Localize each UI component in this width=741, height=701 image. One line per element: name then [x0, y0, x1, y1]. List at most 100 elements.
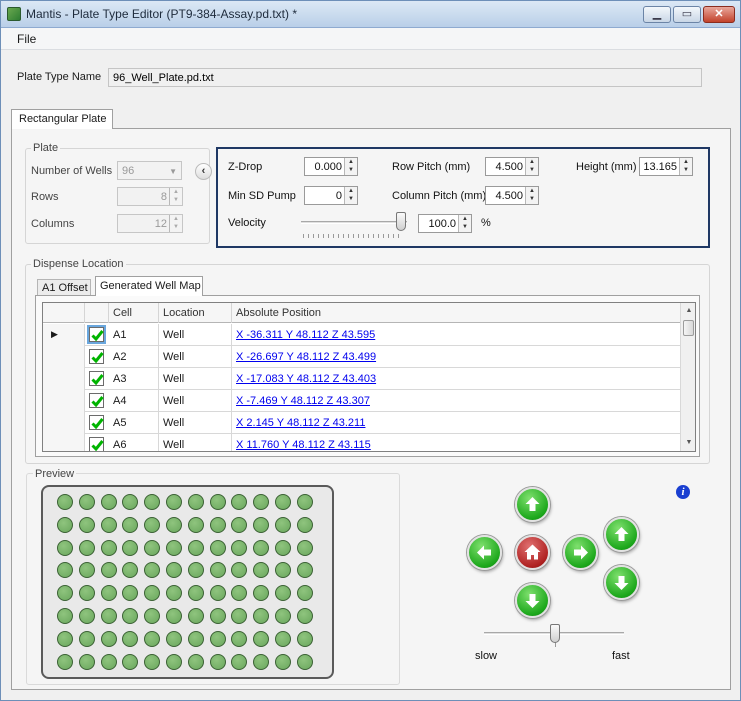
plate-well[interactable]: [275, 562, 291, 579]
plate-well[interactable]: [122, 494, 139, 510]
table-row[interactable]: A5 Well X 2.145 Y 48.112 Z 43.211: [43, 412, 681, 434]
scroll-down-icon[interactable]: ▼: [681, 435, 695, 451]
plate-well[interactable]: [100, 585, 117, 602]
absolute-position-link[interactable]: X -17.083 Y 48.112 Z 43.403: [236, 373, 376, 385]
row-selector[interactable]: [43, 434, 85, 451]
menu-file[interactable]: File: [17, 32, 36, 46]
column-pitch-stepper-arrows[interactable]: ▲ ▼: [525, 187, 538, 204]
scrollbar-thumb[interactable]: [683, 320, 694, 336]
rows-input[interactable]: [118, 188, 170, 205]
plate-well[interactable]: [78, 494, 95, 510]
plate-well[interactable]: [57, 585, 73, 602]
plate-well[interactable]: [231, 608, 248, 624]
plate-well[interactable]: [166, 585, 182, 602]
column-header-absolute-position[interactable]: Absolute Position: [232, 303, 681, 323]
plate-well[interactable]: [253, 630, 270, 647]
speed-slider-thumb[interactable]: [550, 624, 560, 643]
close-button[interactable]: ✕: [703, 6, 735, 23]
plate-well[interactable]: [122, 608, 139, 624]
plate-well[interactable]: [57, 516, 73, 533]
move-down-button[interactable]: [515, 583, 550, 618]
plate-well[interactable]: [78, 608, 95, 624]
plate-well[interactable]: [78, 585, 95, 602]
plate-well[interactable]: [253, 608, 270, 624]
plate-well[interactable]: [78, 630, 95, 647]
plate-well[interactable]: [166, 494, 182, 510]
plate-well[interactable]: [144, 539, 161, 556]
plate-type-name-field[interactable]: [108, 68, 702, 87]
plate-well[interactable]: [122, 562, 139, 579]
plate-well[interactable]: [166, 539, 182, 556]
plate-well[interactable]: [144, 608, 161, 624]
plate-well[interactable]: [122, 630, 139, 647]
row-checkbox[interactable]: [89, 415, 104, 430]
plate-well[interactable]: [209, 630, 226, 647]
plate-well[interactable]: [231, 562, 248, 579]
plate-well[interactable]: [187, 653, 204, 670]
z-down-button[interactable]: [604, 565, 639, 600]
row-pitch-input[interactable]: [486, 158, 526, 175]
plate-well[interactable]: [275, 585, 291, 602]
velocity-stepper[interactable]: ▲▼: [418, 214, 472, 233]
tab-a1-offset[interactable]: A1 Offset: [37, 279, 91, 296]
velocity-slider-track[interactable]: [301, 221, 407, 224]
plate-well[interactable]: [100, 630, 117, 647]
plate-well[interactable]: [209, 562, 226, 579]
plate-well[interactable]: [275, 494, 291, 510]
plate-well[interactable]: [144, 494, 161, 510]
table-row[interactable]: A3 Well X -17.083 Y 48.112 Z 43.403: [43, 368, 681, 390]
table-row[interactable]: A2 Well X -26.697 Y 48.112 Z 43.499: [43, 346, 681, 368]
min-sd-pump-input[interactable]: [305, 187, 345, 204]
move-right-button[interactable]: [563, 535, 598, 570]
title-bar[interactable]: Mantis - Plate Type Editor (PT9-384-Assa…: [1, 1, 740, 28]
plate-well[interactable]: [122, 539, 139, 556]
height-input[interactable]: [640, 158, 680, 175]
plate-well[interactable]: [253, 494, 270, 510]
plate-well[interactable]: [253, 585, 270, 602]
plate-well[interactable]: [78, 516, 95, 533]
well-map-table[interactable]: Cell Location Absolute Position ▶ A1 Well X…: [42, 302, 696, 452]
plate-well[interactable]: [100, 653, 117, 670]
min-sd-pump-stepper-arrows[interactable]: ▲ ▼: [344, 187, 357, 204]
plate-well[interactable]: [296, 494, 313, 510]
tab-generated-well-map[interactable]: Generated Well Map: [95, 276, 203, 296]
plate-well[interactable]: [187, 585, 204, 602]
row-checkbox[interactable]: [89, 349, 104, 364]
plate-well[interactable]: [296, 562, 313, 579]
plate-well[interactable]: [57, 539, 73, 556]
plate-well[interactable]: [187, 630, 204, 647]
plate-well[interactable]: [209, 608, 226, 624]
plate-well[interactable]: [144, 630, 161, 647]
plate-well[interactable]: [100, 539, 117, 556]
plate-well[interactable]: [231, 516, 248, 533]
move-up-button[interactable]: [515, 487, 550, 522]
number-of-wells-select[interactable]: 96 ▼: [117, 161, 182, 180]
plate-well[interactable]: [144, 585, 161, 602]
row-checkbox[interactable]: [89, 393, 104, 408]
plate-well[interactable]: [275, 630, 291, 647]
plate-well[interactable]: [209, 539, 226, 556]
plate-well[interactable]: [57, 653, 73, 670]
row-checkbox[interactable]: [89, 371, 104, 386]
height-stepper-arrows[interactable]: ▲ ▼: [679, 158, 692, 175]
plate-well[interactable]: [78, 653, 95, 670]
column-header-location[interactable]: Location: [159, 303, 232, 323]
plate-well[interactable]: [78, 562, 95, 579]
plate-well[interactable]: [275, 516, 291, 533]
plate-well[interactable]: [209, 516, 226, 533]
velocity-stepper-arrows[interactable]: ▲ ▼: [458, 215, 471, 232]
columns-stepper[interactable]: ▲▼: [117, 214, 183, 233]
plate-well[interactable]: [231, 630, 248, 647]
plate-well[interactable]: [187, 494, 204, 510]
velocity-slider-thumb[interactable]: [396, 212, 406, 231]
plate-well[interactable]: [187, 539, 204, 556]
table-row[interactable]: A6 Well X 11.760 Y 48.112 Z 43.115: [43, 434, 681, 451]
row-selector[interactable]: [43, 390, 85, 412]
plate-well[interactable]: [166, 562, 182, 579]
plate-well[interactable]: [209, 494, 226, 510]
plate-well[interactable]: [231, 585, 248, 602]
rows-stepper[interactable]: ▲▼: [117, 187, 183, 206]
plate-well[interactable]: [253, 653, 270, 670]
plate-well[interactable]: [100, 608, 117, 624]
plate-well[interactable]: [296, 539, 313, 556]
